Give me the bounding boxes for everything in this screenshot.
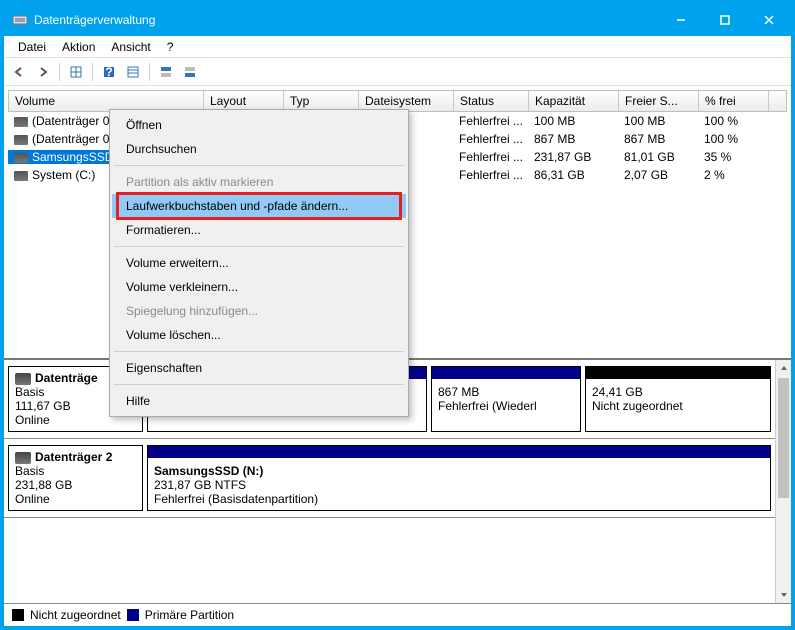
disk0-p2-status: Nicht zugeordnet: [592, 399, 764, 413]
disk0-p2-size: 24,41 GB: [592, 385, 764, 399]
col-layout[interactable]: Layout: [204, 91, 284, 111]
context-menu: Öffnen Durchsuchen Partition als aktiv m…: [109, 109, 409, 417]
disk-2-state: Online: [15, 492, 136, 506]
col-volume[interactable]: Volume: [9, 91, 204, 111]
ctx-format[interactable]: Formatieren...: [112, 218, 406, 242]
menu-action[interactable]: Aktion: [54, 38, 103, 56]
legend-unallocated: Nicht zugeordnet: [30, 608, 121, 622]
toolbar: ?: [4, 58, 791, 86]
volume-icon: [14, 117, 28, 127]
legend-swatch-primary: [127, 609, 139, 621]
disk2-p1-size: 231,87 GB NTFS: [154, 478, 764, 492]
legend: Nicht zugeordnet Primäre Partition: [4, 603, 791, 626]
tb-list-icon[interactable]: [122, 61, 144, 83]
menu-view[interactable]: Ansicht: [103, 38, 158, 56]
back-button[interactable]: [8, 61, 30, 83]
ctx-open[interactable]: Öffnen: [112, 113, 406, 137]
col-status[interactable]: Status: [454, 91, 529, 111]
app-icon: [12, 12, 28, 28]
menu-file[interactable]: Datei: [10, 38, 54, 56]
minimize-button[interactable]: [659, 4, 703, 36]
col-capacity[interactable]: Kapazität: [529, 91, 619, 111]
disk-0-unallocated[interactable]: 24,41 GBNicht zugeordnet: [585, 366, 771, 432]
forward-button[interactable]: [32, 61, 54, 83]
disk-2-info[interactable]: Datenträger 2 Basis 231,88 GB Online: [8, 445, 143, 511]
ctx-add-mirror: Spiegelung hinzufügen...: [112, 299, 406, 323]
ctx-delete[interactable]: Volume löschen...: [112, 323, 406, 347]
volume-icon: [14, 171, 28, 181]
help-icon[interactable]: ?: [98, 61, 120, 83]
close-button[interactable]: [747, 4, 791, 36]
disk-row-2: Datenträger 2 Basis 231,88 GB Online Sam…: [4, 439, 775, 518]
disk-icon: [15, 452, 31, 464]
disk-icon: [15, 373, 31, 385]
scroll-thumb[interactable]: [778, 378, 789, 498]
disk2-p1-name: SamsungsSSD (N:): [154, 464, 263, 478]
maximize-button[interactable]: [703, 4, 747, 36]
disk-2-partition-1[interactable]: SamsungsSSD (N:)231,87 GB NTFSFehlerfrei…: [147, 445, 771, 511]
tb-detail-bottom-icon[interactable]: [179, 61, 201, 83]
ctx-extend[interactable]: Volume erweitern...: [112, 251, 406, 275]
window-title: Datenträgerverwaltung: [34, 13, 659, 27]
svg-text:?: ?: [105, 65, 112, 79]
ctx-shrink[interactable]: Volume verkleinern...: [112, 275, 406, 299]
disk-2-type: Basis: [15, 464, 136, 478]
disk-2-size: 231,88 GB: [15, 478, 136, 492]
ctx-change-drive-letter[interactable]: Laufwerkbuchstaben und -pfade ändern...: [112, 194, 406, 218]
vertical-scrollbar[interactable]: [775, 360, 791, 603]
disk-0-partition-1[interactable]: 867 MBFehlerfrei (Wiederl: [431, 366, 581, 432]
scroll-up-button[interactable]: [776, 360, 791, 376]
col-free[interactable]: Freier S...: [619, 91, 699, 111]
col-fs[interactable]: Dateisystem: [359, 91, 454, 111]
ctx-explore[interactable]: Durchsuchen: [112, 137, 406, 161]
tb-detail-top-icon[interactable]: [155, 61, 177, 83]
disk-0-label: Datenträge: [35, 371, 98, 385]
volume-icon: [14, 135, 28, 145]
disk0-p1-size: 867 MB: [438, 385, 574, 399]
col-pct[interactable]: % frei: [699, 91, 769, 111]
disk-2-label: Datenträger 2: [35, 450, 112, 464]
ctx-mark-active: Partition als aktiv markieren: [112, 170, 406, 194]
titlebar: Datenträgerverwaltung: [4, 4, 791, 36]
legend-primary: Primäre Partition: [145, 608, 234, 622]
col-type[interactable]: Typ: [284, 91, 359, 111]
ctx-help[interactable]: Hilfe: [112, 389, 406, 413]
volume-icon: [14, 153, 28, 163]
menubar: Datei Aktion Ansicht ?: [4, 36, 791, 58]
volume-list: Volume Layout Typ Dateisystem Status Kap…: [4, 86, 791, 358]
ctx-properties[interactable]: Eigenschaften: [112, 356, 406, 380]
scroll-down-button[interactable]: [776, 587, 791, 603]
disk2-p1-status: Fehlerfrei (Basisdatenpartition): [154, 492, 764, 506]
disk0-p1-status: Fehlerfrei (Wiederl: [438, 399, 574, 413]
menu-help[interactable]: ?: [159, 38, 182, 56]
tb-grid-icon[interactable]: [65, 61, 87, 83]
legend-swatch-unallocated: [12, 609, 24, 621]
